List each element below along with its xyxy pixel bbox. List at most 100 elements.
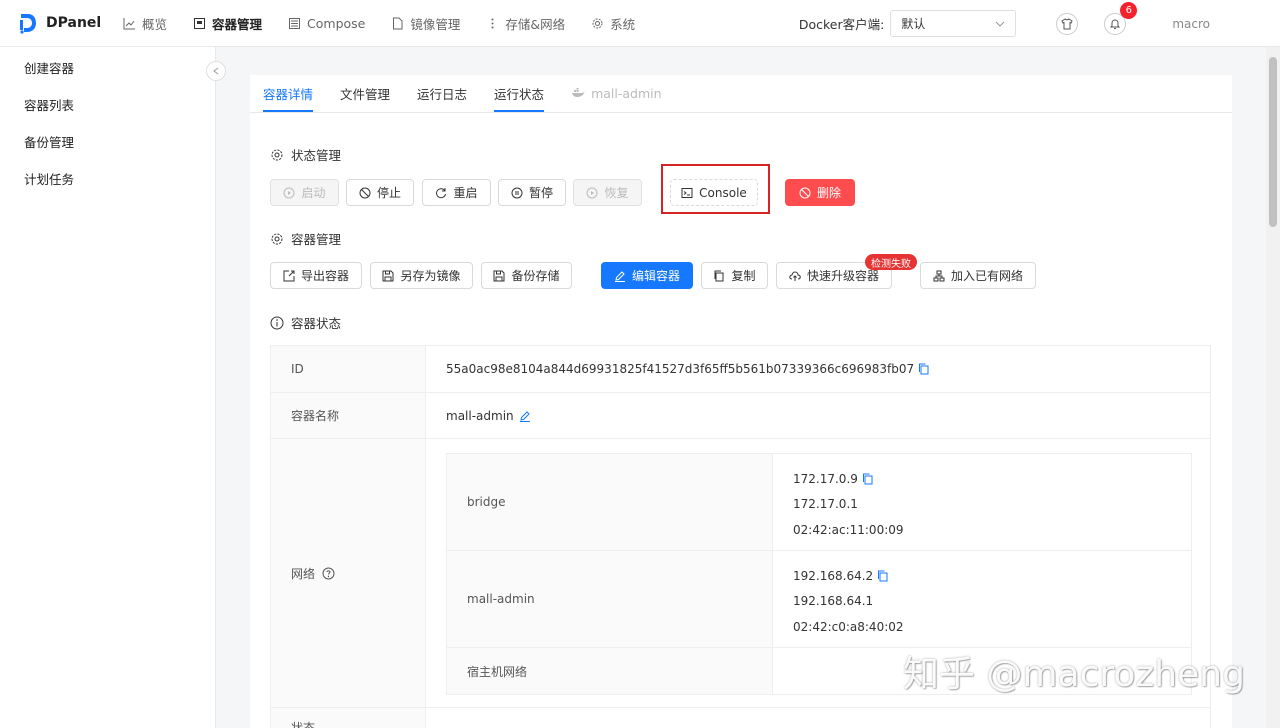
bell-icon (1110, 18, 1121, 29)
stop-icon (359, 187, 371, 198)
gear-icon (592, 18, 603, 28)
app-logo[interactable]: DPanel (18, 12, 108, 34)
pause-button[interactable]: 暂停 (498, 179, 566, 206)
sidebar-item-create-container[interactable]: 创建容器 (0, 49, 215, 86)
copy-container-button[interactable]: 复制 (701, 262, 768, 289)
row-label: 状态 (271, 708, 426, 728)
app-name: DPanel (46, 15, 102, 31)
status-row-name: 容器名称 mall-admin (271, 393, 1210, 439)
docker-client-value: 默认 (901, 17, 926, 31)
edit-icon[interactable] (519, 410, 531, 422)
button-label: 编辑容器 (631, 269, 680, 283)
nav-compose[interactable]: Compose (275, 0, 378, 47)
nav-storage-network[interactable]: 存储&网络 (473, 0, 578, 47)
file-icon (393, 17, 403, 29)
shirt-icon (1061, 17, 1073, 29)
network-row: bridge 172.17.0.9 172.17.0.1 02:42:ac:11… (447, 454, 1191, 551)
nav-overview[interactable]: 概览 (110, 0, 180, 47)
tab-label: 运行日志 (417, 86, 468, 102)
notification-button[interactable]: 6 (1104, 1, 1138, 35)
main-nav: 概览 容器管理 Compose 镜像管理 存储&网络 系统 (110, 0, 648, 47)
theme-button[interactable] (1056, 12, 1079, 35)
section-title-text: 容器管理 (291, 232, 342, 247)
chevron-left-icon (213, 67, 219, 75)
delete-button[interactable]: 删除 (785, 179, 855, 206)
state-manage-title: 状态管理 (270, 145, 341, 164)
network-values: 192.168.64.2 192.168.64.1 02:42:c0:a8:40… (773, 551, 1191, 647)
nav-image-manage[interactable]: 镜像管理 (378, 0, 473, 47)
backup-storage-button[interactable]: 备份存储 (481, 262, 572, 289)
row-label: 网络 (271, 439, 426, 707)
console-button[interactable]: Console (670, 179, 758, 206)
button-label: 备份存储 (511, 269, 560, 283)
sidebar-item-scheduled-tasks[interactable]: 计划任务 (0, 160, 215, 197)
chevron-down-icon (995, 21, 1005, 27)
network-mac: 02:42:c0:a8:40:02 (793, 619, 904, 634)
tab-container-detail[interactable]: 容器详情 (263, 74, 326, 112)
button-label: Console (699, 185, 747, 200)
join-network-button[interactable]: 加入已有网络 (920, 262, 1036, 289)
docker-icon (572, 88, 585, 97)
terminal-icon (681, 187, 693, 198)
section-title-text: 容器状态 (291, 316, 342, 331)
question-icon[interactable] (322, 567, 335, 580)
status-row-id: ID 55a0ac98e8104a844d69931825f41527d3f65… (271, 346, 1210, 393)
status-row-state: 状态 (271, 708, 1210, 728)
pause-icon (511, 187, 523, 198)
copy-icon (714, 270, 724, 281)
copy-icon[interactable] (877, 570, 888, 582)
refresh-icon (436, 187, 447, 198)
gear-icon (271, 233, 283, 244)
watermark-text: 知乎 @macrozheng (903, 654, 1245, 695)
nav-container-manage[interactable]: 容器管理 (180, 0, 275, 47)
tab-run-log[interactable]: 运行日志 (417, 74, 480, 112)
top-bar: DPanel 概览 容器管理 Compose 镜像管理 存储&网络 系统 Doc… (0, 0, 1280, 47)
sidebar-item-label: 容器列表 (24, 98, 75, 113)
edit-container-button[interactable]: 编辑容器 (601, 262, 693, 289)
network-values: 172.17.0.9 172.17.0.1 02:42:ac:11:00:09 (773, 454, 1191, 550)
sidebar-item-label: 创建容器 (24, 61, 75, 76)
container-manage-title: 容器管理 (270, 229, 341, 248)
restart-button[interactable]: 重启 (422, 179, 491, 206)
sidebar: 创建容器 容器列表 备份管理 计划任务 (0, 47, 216, 728)
button-label: 另存为镜像 (400, 269, 461, 283)
export-container-button[interactable]: 导出容器 (270, 262, 362, 289)
container-status-title: 容器状态 (270, 313, 341, 332)
tab-run-status[interactable]: 运行状态 (494, 74, 557, 112)
scrollbar-thumb[interactable] (1269, 57, 1277, 227)
more-icon (491, 18, 494, 28)
detail-tabs: 容器详情 文件管理 运行日志 运行状态 mall-admin (250, 75, 1232, 113)
chart-icon (123, 17, 135, 29)
notification-badge: 6 (1120, 1, 1138, 19)
network-gateway: 192.168.64.1 (793, 594, 874, 609)
save-as-image-button[interactable]: 另存为镜像 (370, 262, 473, 289)
user-name[interactable]: macro (1172, 17, 1210, 31)
start-button[interactable]: 启动 (270, 179, 339, 206)
sidebar-collapse-button[interactable] (206, 61, 226, 81)
network-ip: 172.17.0.9 (793, 471, 858, 486)
docker-client-select[interactable]: 默认 (890, 10, 1017, 37)
tab-container-name: mall-admin (571, 74, 674, 112)
nav-storage-network-label: 存储&网络 (505, 16, 566, 32)
export-icon (283, 270, 295, 281)
network-gateway: 172.17.0.1 (793, 497, 858, 512)
sidebar-item-container-list[interactable]: 容器列表 (0, 86, 215, 123)
nav-system-label: 系统 (610, 16, 636, 32)
resume-button[interactable]: 恢复 (573, 179, 642, 206)
gear-icon (271, 149, 283, 160)
nav-system[interactable]: 系统 (578, 0, 648, 47)
copy-icon[interactable] (918, 363, 929, 375)
copy-icon[interactable] (862, 473, 873, 485)
page-scrollbar[interactable] (1266, 47, 1280, 728)
stop-icon (799, 187, 811, 198)
tab-label: 文件管理 (340, 86, 391, 102)
network-name: mall-admin (447, 551, 773, 647)
stop-button[interactable]: 停止 (346, 179, 414, 206)
upgrade-check-failed-badge: 检测失败 (865, 254, 917, 270)
sidebar-item-label: 计划任务 (24, 172, 75, 187)
section-title-text: 状态管理 (291, 148, 342, 163)
tab-file-manage[interactable]: 文件管理 (340, 74, 403, 112)
tab-label: 容器详情 (263, 86, 314, 102)
docker-client-label: Docker客户端: (798, 17, 885, 32)
sidebar-item-backup-manage[interactable]: 备份管理 (0, 123, 215, 160)
